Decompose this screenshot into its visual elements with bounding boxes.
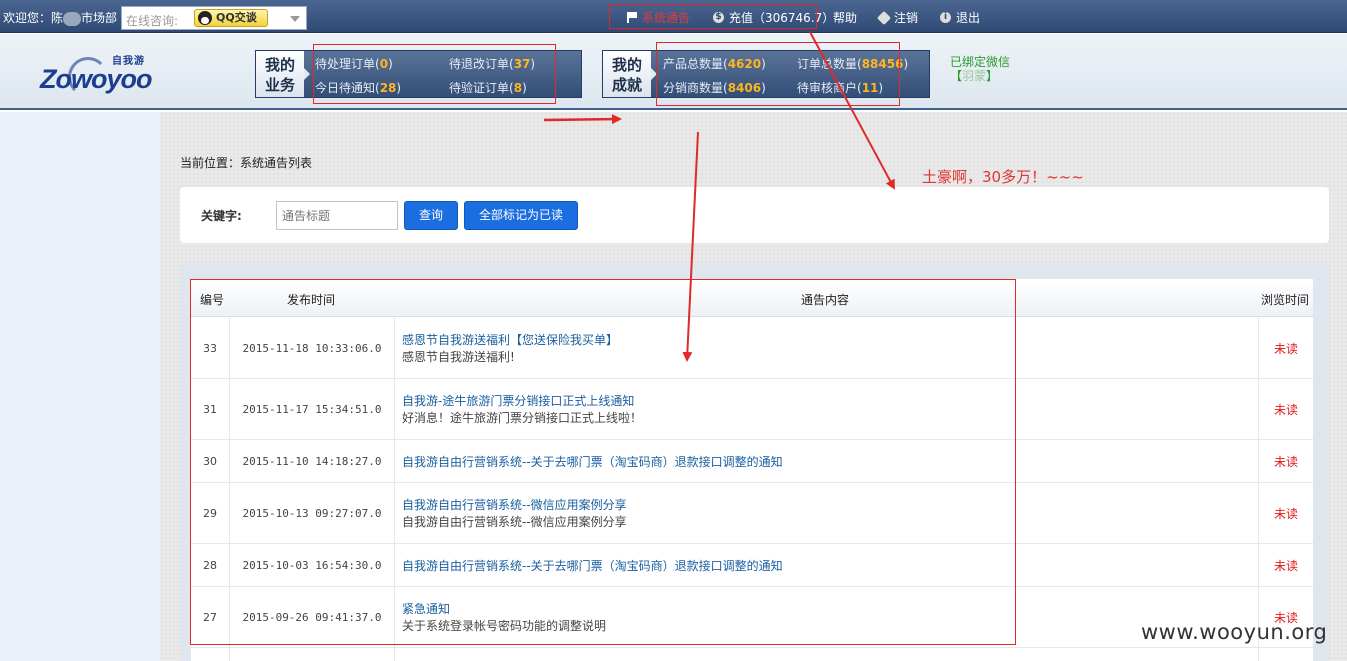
- nav-logout-label: 注销: [894, 11, 919, 25]
- row-content: [395, 648, 1259, 661]
- annotation-box-topnav: [609, 4, 817, 29]
- nav-exit[interactable]: i 退出: [940, 9, 980, 26]
- wechat-name-prefix: 【: [950, 69, 963, 83]
- nav-logout[interactable]: 注销: [876, 9, 919, 26]
- achievement-title-line1: 我的: [611, 56, 642, 74]
- qq-chat-label: QQ交谈: [216, 11, 257, 24]
- business-panel-title: 我的 业务: [256, 51, 310, 97]
- business-title-line1: 我的: [264, 56, 295, 74]
- search-input[interactable]: [276, 201, 398, 230]
- row-time: [230, 648, 395, 661]
- welcome-text: 欢迎您：陈 市场部: [3, 9, 117, 26]
- row-status: 未读: [1273, 402, 1298, 417]
- logo-text: Zowoyoo: [40, 64, 152, 94]
- info-icon: i: [940, 12, 951, 23]
- annotation-box-achievement: [656, 42, 900, 106]
- wechat-status: 已绑定微信: [950, 55, 1011, 69]
- nav-help-label: 帮助: [833, 11, 858, 25]
- row-status: 未读: [1273, 558, 1298, 573]
- row-status: 未读: [1273, 506, 1298, 521]
- annotation-box-business: [313, 44, 556, 104]
- welcome-prefix: 欢迎您：陈: [3, 11, 64, 25]
- redacted-name: [63, 11, 82, 26]
- nav-exit-label: 退出: [956, 11, 981, 25]
- watermark: www.wooyun.org: [1141, 620, 1328, 644]
- left-sidebar: [0, 112, 160, 661]
- wechat-name: 羽蒙: [962, 69, 987, 83]
- query-button[interactable]: 查询: [404, 201, 458, 230]
- qq-chat-button[interactable]: QQ交谈: [194, 9, 268, 27]
- chevron-down-icon[interactable]: [290, 16, 300, 22]
- row-id: [191, 648, 230, 661]
- nav-help[interactable]: 帮助: [833, 9, 857, 26]
- row-status: 未读: [1273, 341, 1298, 356]
- wechat-binding: 已绑定微信 【羽蒙】: [950, 55, 1010, 83]
- business-title-line2: 业务: [264, 76, 295, 94]
- tag-icon: [876, 10, 892, 25]
- table-row: [191, 648, 1313, 661]
- col-viewed-header: 浏览时间: [1261, 293, 1310, 307]
- consult-label: 在线咨询:: [126, 14, 179, 28]
- annotation-text: 土豪啊，30多万！~~~: [922, 168, 1084, 186]
- online-consult-select[interactable]: 在线咨询: QQ交谈: [121, 6, 307, 30]
- achievement-title-line2: 成就: [611, 76, 642, 94]
- logo[interactable]: 自我游 Zowoyoo: [40, 52, 160, 98]
- breadcrumb: 当前位置：系统通告列表: [180, 156, 313, 170]
- mark-all-read-button[interactable]: 全部标记为已读: [464, 201, 578, 230]
- search-panel: 关键字: 查询 全部标记为已读: [180, 187, 1329, 243]
- wechat-name-suffix: 】: [986, 69, 999, 83]
- welcome-suffix: 市场部: [81, 11, 118, 25]
- row-status: 未读: [1273, 454, 1298, 469]
- keyword-label: 关键字:: [201, 209, 242, 223]
- achievement-panel-title: 我的 成就: [603, 51, 657, 97]
- qq-penguin-icon: [198, 11, 212, 25]
- annotation-box-table: [190, 279, 1016, 645]
- row-status: [1259, 648, 1313, 661]
